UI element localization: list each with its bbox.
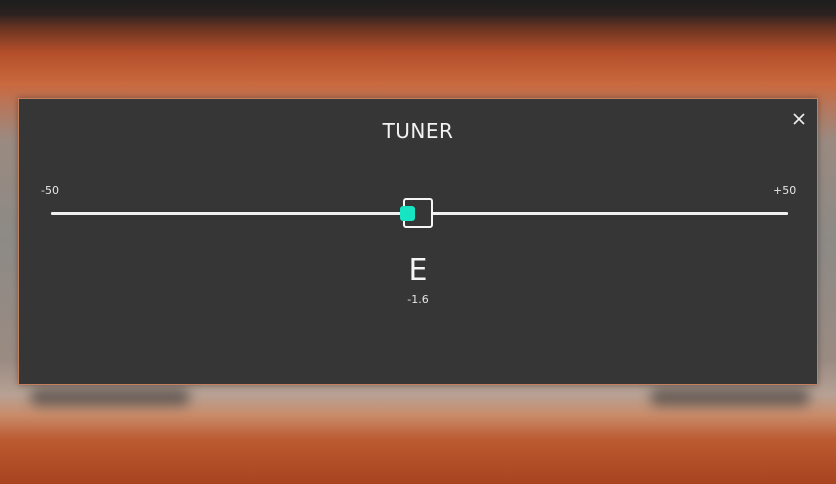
dialog-title: TUNER xyxy=(382,119,454,143)
tuner-dialog: TUNER -50 +50 E -1.6 xyxy=(18,98,818,385)
background-shadow-right xyxy=(650,388,810,406)
background-shadow-left xyxy=(30,388,190,406)
pitch-indicator xyxy=(400,206,416,221)
cents-offset: -1.6 xyxy=(407,293,429,306)
detected-note: E xyxy=(408,253,428,288)
close-button[interactable] xyxy=(791,111,807,127)
scale-max-label: +50 xyxy=(773,184,797,197)
close-icon xyxy=(793,113,805,125)
scale-min-label: -50 xyxy=(41,184,59,197)
